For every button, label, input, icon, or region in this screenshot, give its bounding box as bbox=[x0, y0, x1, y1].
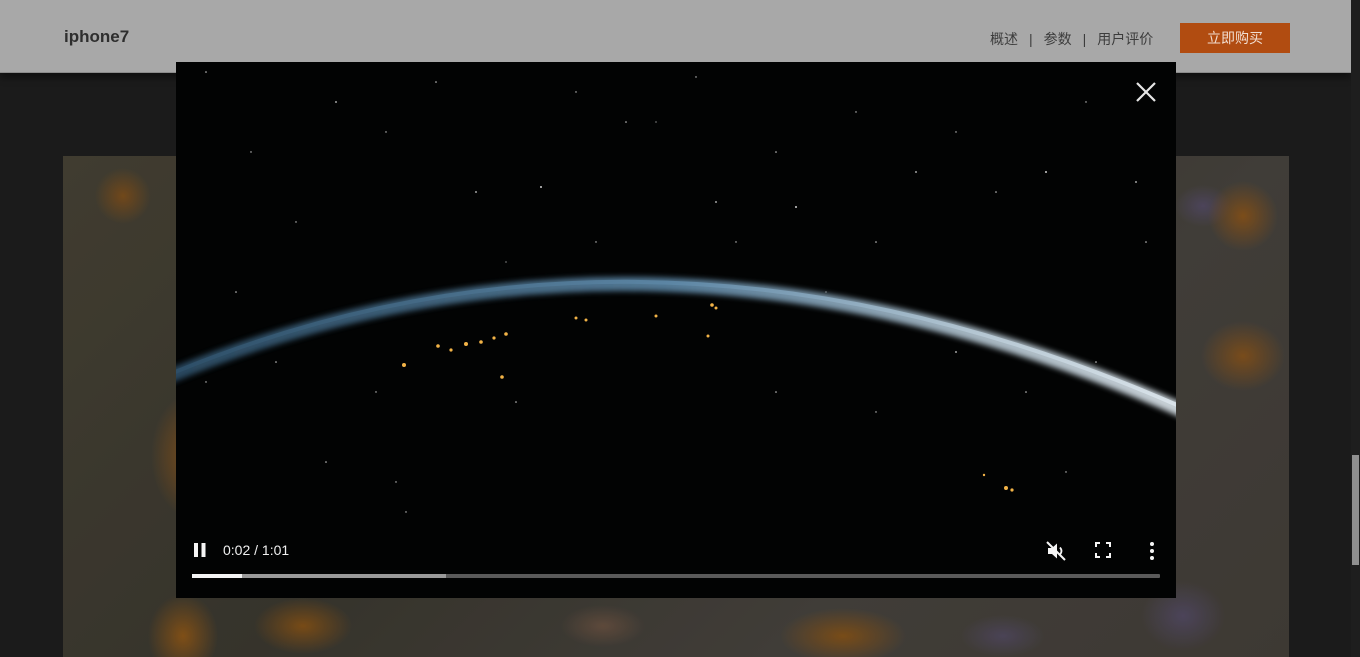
mute-icon[interactable] bbox=[1045, 540, 1067, 562]
more-options-icon[interactable] bbox=[1144, 540, 1160, 562]
pause-icon[interactable] bbox=[193, 542, 207, 558]
nav-reviews[interactable]: 用户评价 bbox=[1097, 29, 1153, 49]
video-player[interactable]: 0:02 / 1:01 bbox=[176, 62, 1176, 598]
progress-bar[interactable] bbox=[192, 574, 1160, 578]
product-nav: 概述 | 参数 | 用户评价 bbox=[990, 29, 1153, 49]
time-display: 0:02 / 1:01 bbox=[223, 542, 290, 558]
nav-specs[interactable]: 参数 bbox=[1044, 29, 1072, 49]
fullscreen-icon[interactable] bbox=[1094, 541, 1112, 559]
nav-separator: | bbox=[1082, 31, 1087, 47]
nav-separator: | bbox=[1029, 31, 1033, 47]
product-name: iphone7 bbox=[64, 27, 130, 46]
scrollbar-thumb[interactable] bbox=[1352, 455, 1359, 565]
close-icon[interactable] bbox=[1134, 80, 1158, 104]
progress-played bbox=[192, 574, 243, 578]
video-controls: 0:02 / 1:01 bbox=[176, 532, 1176, 598]
video-frame bbox=[176, 62, 1176, 598]
page-scrollbar[interactable] bbox=[1351, 0, 1360, 657]
nav-overview[interactable]: 概述 bbox=[990, 29, 1018, 49]
buy-now-button[interactable]: 立即购买 bbox=[1180, 23, 1290, 53]
